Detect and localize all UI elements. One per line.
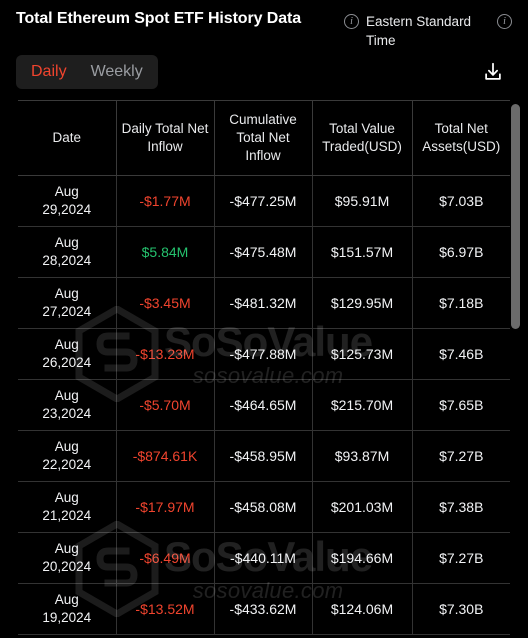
tab-daily[interactable]: Daily (21, 59, 77, 85)
cell-total-value-traded: $201.03M (311, 481, 412, 533)
cell-total-net-assets: $7.03B (411, 175, 510, 227)
cell-total-value-traded: $125.73M (311, 328, 412, 380)
column-header-daily-net-inflow[interactable]: Daily Total Net Inflow (115, 100, 214, 176)
table-header-row: Date Daily Total Net Inflow Cumulative T… (18, 100, 510, 176)
table-body: Aug 29,2024 -$1.77M -$477.25M $95.91M $7.03B A… (18, 175, 510, 635)
cell-date: Aug 19,2024 (18, 583, 116, 635)
table-row[interactable]: Aug 27,2024 -$3.45M -$481.32M $129.95M $7.18B (18, 277, 510, 329)
cell-total-value-traded: $215.70M (311, 379, 412, 431)
date-month: Aug (54, 286, 79, 301)
cell-daily-net-inflow: -$6.49M (115, 532, 214, 584)
timezone-label: Eastern Standard Time (366, 14, 472, 48)
table-row[interactable]: Aug 19,2024 -$13.52M -$433.62M $124.06M $7.30… (18, 583, 510, 635)
period-toggle[interactable]: Daily Weekly (16, 55, 158, 89)
table-row[interactable]: Aug 22,2024 -$874.61K -$458.95M $93.87M $7.27… (18, 430, 510, 482)
cell-date: Aug 23,2024 (18, 379, 116, 431)
date-month: Aug (54, 541, 79, 556)
download-button[interactable] (478, 57, 508, 87)
etf-history-table: Date Daily Total Net Inflow Cumulative T… (18, 100, 510, 635)
date-day-year: 23,2024 (42, 406, 92, 421)
info-icon[interactable]: i (344, 14, 359, 29)
cell-total-value-traded: $93.87M (311, 430, 412, 482)
date-day-year: 22,2024 (42, 457, 92, 472)
date-day-year: 19,2024 (42, 610, 92, 625)
cell-total-value-traded: $95.91M (311, 175, 412, 227)
scrollbar-thumb[interactable] (511, 104, 520, 329)
cell-daily-net-inflow: $5.84M (115, 226, 214, 278)
date-month: Aug (54, 184, 79, 199)
controls-row: Daily Weekly (16, 55, 514, 89)
cell-cumulative-net-inflow: -$458.08M (213, 481, 312, 533)
table-row[interactable]: Aug 29,2024 -$1.77M -$477.25M $95.91M $7.03B (18, 175, 510, 227)
cell-date: Aug 28,2024 (18, 226, 116, 278)
date-day-year: 28,2024 (42, 253, 92, 268)
cell-total-value-traded: $151.57M (311, 226, 412, 278)
page-title: Total Ethereum Spot ETF History Data (16, 10, 302, 27)
table-area: Date Daily Total Net Inflow Cumulative T… (0, 100, 528, 635)
date-day-year: 29,2024 (42, 202, 92, 217)
cell-date: Aug 21,2024 (18, 481, 116, 533)
cell-cumulative-net-inflow: -$440.11M (213, 532, 312, 584)
timezone-block: i Eastern Standard Time i (301, 8, 514, 50)
date-day-year: 20,2024 (42, 559, 92, 574)
table-head: Date Daily Total Net Inflow Cumulative T… (18, 100, 510, 176)
cell-cumulative-net-inflow: -$464.65M (213, 379, 312, 431)
date-month: Aug (54, 592, 79, 607)
cell-total-net-assets: $7.46B (411, 328, 510, 380)
cell-cumulative-net-inflow: -$477.88M (213, 328, 312, 380)
cell-date: Aug 27,2024 (18, 277, 116, 329)
cell-date: Aug 26,2024 (18, 328, 116, 380)
cell-date: Aug 22,2024 (18, 430, 116, 482)
cell-daily-net-inflow: -$874.61K (115, 430, 214, 482)
cell-total-net-assets: $7.27B (411, 430, 510, 482)
date-day-year: 27,2024 (42, 304, 92, 319)
cell-total-net-assets: $7.65B (411, 379, 510, 431)
date-month: Aug (54, 235, 79, 250)
table-row[interactable]: Aug 21,2024 -$17.97M -$458.08M $201.03M $7.38… (18, 481, 510, 533)
cell-daily-net-inflow: -$13.23M (115, 328, 214, 380)
cell-total-net-assets: $7.30B (411, 583, 510, 635)
column-header-date[interactable]: Date (18, 100, 116, 176)
column-header-cumulative-net-inflow[interactable]: Cumulative Total Net Inflow (213, 100, 312, 176)
table-row[interactable]: Aug 26,2024 -$13.23M -$477.88M $125.73M $7.46… (18, 328, 510, 380)
cell-cumulative-net-inflow: -$458.95M (213, 430, 312, 482)
cell-total-value-traded: $124.06M (311, 583, 412, 635)
cell-cumulative-net-inflow: -$475.48M (213, 226, 312, 278)
cell-date: Aug 29,2024 (18, 175, 116, 227)
tab-weekly[interactable]: Weekly (81, 59, 153, 85)
title-row: Total Ethereum Spot ETF History Data i E… (16, 8, 514, 50)
cell-daily-net-inflow: -$1.77M (115, 175, 214, 227)
cell-total-net-assets: $7.27B (411, 532, 510, 584)
vertical-scrollbar[interactable] (511, 104, 520, 329)
column-header-total-value-traded[interactable]: Total Value Traded(USD) (311, 100, 412, 176)
cell-cumulative-net-inflow: -$481.32M (213, 277, 312, 329)
cell-total-net-assets: $6.97B (411, 226, 510, 278)
download-icon (485, 62, 501, 80)
info-icon-secondary[interactable]: i (497, 14, 512, 29)
cell-daily-net-inflow: -$5.70M (115, 379, 214, 431)
cell-daily-net-inflow: -$3.45M (115, 277, 214, 329)
cell-total-net-assets: $7.18B (411, 277, 510, 329)
date-month: Aug (54, 388, 79, 403)
cell-date: Aug 20,2024 (18, 532, 116, 584)
cell-total-value-traded: $194.66M (311, 532, 412, 584)
cell-cumulative-net-inflow: -$477.25M (213, 175, 312, 227)
cell-total-value-traded: $129.95M (311, 277, 412, 329)
cell-total-net-assets: $7.38B (411, 481, 510, 533)
cell-cumulative-net-inflow: -$433.62M (213, 583, 312, 635)
column-header-total-net-assets[interactable]: Total Net Assets(USD) (411, 100, 510, 176)
date-month: Aug (54, 490, 79, 505)
table-row[interactable]: Aug 20,2024 -$6.49M -$440.11M $194.66M $7.27B (18, 532, 510, 584)
date-month: Aug (54, 337, 79, 352)
table-row[interactable]: Aug 23,2024 -$5.70M -$464.65M $215.70M $7.65B (18, 379, 510, 431)
table-row[interactable]: Aug 28,2024 $5.84M -$475.48M $151.57M $6.97B (18, 226, 510, 278)
panel-header: Total Ethereum Spot ETF History Data i E… (0, 0, 528, 100)
date-day-year: 21,2024 (42, 508, 92, 523)
cell-daily-net-inflow: -$17.97M (115, 481, 214, 533)
date-month: Aug (54, 439, 79, 454)
cell-daily-net-inflow: -$13.52M (115, 583, 214, 635)
history-table-wrapper: Date Daily Total Net Inflow Cumulative T… (18, 100, 520, 635)
date-day-year: 26,2024 (42, 355, 92, 370)
